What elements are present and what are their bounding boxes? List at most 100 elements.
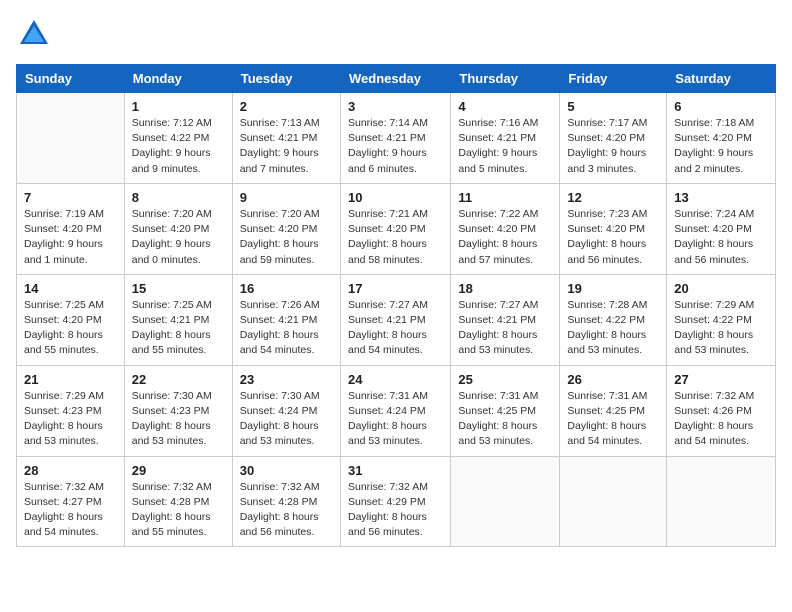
- day-info: Sunrise: 7:32 AM Sunset: 4:27 PM Dayligh…: [24, 480, 117, 541]
- day-info: Sunrise: 7:12 AM Sunset: 4:22 PM Dayligh…: [132, 116, 225, 177]
- calendar-cell: 29 Sunrise: 7:32 AM Sunset: 4:28 PM Dayli…: [124, 456, 232, 547]
- calendar-cell: 10 Sunrise: 7:21 AM Sunset: 4:20 PM Dayli…: [340, 183, 450, 274]
- day-number: 31: [348, 463, 443, 478]
- calendar-cell: [560, 456, 667, 547]
- logo: [16, 16, 56, 52]
- day-number: 9: [240, 190, 333, 205]
- day-info: Sunrise: 7:25 AM Sunset: 4:20 PM Dayligh…: [24, 298, 117, 359]
- calendar-body: 1Sunrise: 7:12 AM Sunset: 4:22 PM Daylig…: [17, 93, 776, 547]
- day-info: Sunrise: 7:27 AM Sunset: 4:21 PM Dayligh…: [348, 298, 443, 359]
- calendar-cell: 2 Sunrise: 7:13 AM Sunset: 4:21 PM Daylig…: [232, 93, 340, 184]
- calendar-cell: 26 Sunrise: 7:31 AM Sunset: 4:25 PM Dayli…: [560, 365, 667, 456]
- day-info: Sunrise: 7:17 AM Sunset: 4:20 PM Dayligh…: [567, 116, 659, 177]
- day-info: Sunrise: 7:32 AM Sunset: 4:29 PM Dayligh…: [348, 480, 443, 541]
- day-number: 20: [674, 281, 768, 296]
- day-number: 28: [24, 463, 117, 478]
- day-info: Sunrise: 7:30 AM Sunset: 4:23 PM Dayligh…: [132, 389, 225, 450]
- calendar-cell: 19 Sunrise: 7:28 AM Sunset: 4:22 PM Dayli…: [560, 274, 667, 365]
- day-info: Sunrise: 7:14 AM Sunset: 4:21 PM Dayligh…: [348, 116, 443, 177]
- calendar-cell: 18 Sunrise: 7:27 AM Sunset: 4:21 PM Dayli…: [451, 274, 560, 365]
- day-info: Sunrise: 7:26 AM Sunset: 4:21 PM Dayligh…: [240, 298, 333, 359]
- day-info: Sunrise: 7:18 AM Sunset: 4:20 PM Dayligh…: [674, 116, 768, 177]
- calendar-cell: 1Sunrise: 7:12 AM Sunset: 4:22 PM Daylig…: [124, 93, 232, 184]
- day-info: Sunrise: 7:20 AM Sunset: 4:20 PM Dayligh…: [240, 207, 333, 268]
- day-header-friday: Friday: [560, 65, 667, 93]
- day-number: 29: [132, 463, 225, 478]
- calendar-cell: 31 Sunrise: 7:32 AM Sunset: 4:29 PM Dayli…: [340, 456, 450, 547]
- day-number: 23: [240, 372, 333, 387]
- week-row-1: 7Sunrise: 7:19 AM Sunset: 4:20 PM Daylig…: [17, 183, 776, 274]
- day-number: 13: [674, 190, 768, 205]
- calendar-cell: 13 Sunrise: 7:24 AM Sunset: 4:20 PM Dayli…: [667, 183, 776, 274]
- day-number: 12: [567, 190, 659, 205]
- day-info: Sunrise: 7:31 AM Sunset: 4:24 PM Dayligh…: [348, 389, 443, 450]
- day-info: Sunrise: 7:29 AM Sunset: 4:23 PM Dayligh…: [24, 389, 117, 450]
- day-number: 15: [132, 281, 225, 296]
- day-number: 24: [348, 372, 443, 387]
- calendar-cell: 8 Sunrise: 7:20 AM Sunset: 4:20 PM Daylig…: [124, 183, 232, 274]
- calendar-cell: [451, 456, 560, 547]
- day-number: 10: [348, 190, 443, 205]
- day-info: Sunrise: 7:32 AM Sunset: 4:28 PM Dayligh…: [240, 480, 333, 541]
- day-number: 26: [567, 372, 659, 387]
- page-header: [16, 16, 776, 52]
- calendar-cell: 21Sunrise: 7:29 AM Sunset: 4:23 PM Dayli…: [17, 365, 125, 456]
- calendar-table: SundayMondayTuesdayWednesdayThursdayFrid…: [16, 64, 776, 547]
- day-number: 22: [132, 372, 225, 387]
- day-info: Sunrise: 7:21 AM Sunset: 4:20 PM Dayligh…: [348, 207, 443, 268]
- week-row-0: 1Sunrise: 7:12 AM Sunset: 4:22 PM Daylig…: [17, 93, 776, 184]
- day-number: 25: [458, 372, 552, 387]
- calendar-cell: 4Sunrise: 7:16 AM Sunset: 4:21 PM Daylig…: [451, 93, 560, 184]
- logo-icon: [16, 16, 52, 52]
- calendar-header-row: SundayMondayTuesdayWednesdayThursdayFrid…: [17, 65, 776, 93]
- calendar-cell: 15 Sunrise: 7:25 AM Sunset: 4:21 PM Dayli…: [124, 274, 232, 365]
- day-number: 30: [240, 463, 333, 478]
- day-number: 16: [240, 281, 333, 296]
- day-header-tuesday: Tuesday: [232, 65, 340, 93]
- calendar-cell: 6Sunrise: 7:18 AM Sunset: 4:20 PM Daylig…: [667, 93, 776, 184]
- calendar-cell: 22 Sunrise: 7:30 AM Sunset: 4:23 PM Dayli…: [124, 365, 232, 456]
- day-info: Sunrise: 7:19 AM Sunset: 4:20 PM Dayligh…: [24, 207, 117, 268]
- day-info: Sunrise: 7:22 AM Sunset: 4:20 PM Dayligh…: [458, 207, 552, 268]
- calendar-cell: 5Sunrise: 7:17 AM Sunset: 4:20 PM Daylig…: [560, 93, 667, 184]
- day-header-sunday: Sunday: [17, 65, 125, 93]
- day-info: Sunrise: 7:32 AM Sunset: 4:26 PM Dayligh…: [674, 389, 768, 450]
- calendar-cell: 14 Sunrise: 7:25 AM Sunset: 4:20 PM Dayli…: [17, 274, 125, 365]
- day-number: 2: [240, 99, 333, 114]
- week-row-2: 14 Sunrise: 7:25 AM Sunset: 4:20 PM Dayli…: [17, 274, 776, 365]
- day-info: Sunrise: 7:13 AM Sunset: 4:21 PM Dayligh…: [240, 116, 333, 177]
- day-info: Sunrise: 7:23 AM Sunset: 4:20 PM Dayligh…: [567, 207, 659, 268]
- day-info: Sunrise: 7:31 AM Sunset: 4:25 PM Dayligh…: [567, 389, 659, 450]
- calendar-cell: 30 Sunrise: 7:32 AM Sunset: 4:28 PM Dayli…: [232, 456, 340, 547]
- day-info: Sunrise: 7:24 AM Sunset: 4:20 PM Dayligh…: [674, 207, 768, 268]
- day-header-saturday: Saturday: [667, 65, 776, 93]
- calendar-cell: 9 Sunrise: 7:20 AM Sunset: 4:20 PM Daylig…: [232, 183, 340, 274]
- calendar-cell: 7Sunrise: 7:19 AM Sunset: 4:20 PM Daylig…: [17, 183, 125, 274]
- calendar-cell: 24 Sunrise: 7:31 AM Sunset: 4:24 PM Dayli…: [340, 365, 450, 456]
- day-number: 27: [674, 372, 768, 387]
- day-info: Sunrise: 7:27 AM Sunset: 4:21 PM Dayligh…: [458, 298, 552, 359]
- day-header-thursday: Thursday: [451, 65, 560, 93]
- day-info: Sunrise: 7:28 AM Sunset: 4:22 PM Dayligh…: [567, 298, 659, 359]
- day-info: Sunrise: 7:32 AM Sunset: 4:28 PM Dayligh…: [132, 480, 225, 541]
- day-info: Sunrise: 7:25 AM Sunset: 4:21 PM Dayligh…: [132, 298, 225, 359]
- calendar-cell: 17Sunrise: 7:27 AM Sunset: 4:21 PM Dayli…: [340, 274, 450, 365]
- day-info: Sunrise: 7:16 AM Sunset: 4:21 PM Dayligh…: [458, 116, 552, 177]
- day-info: Sunrise: 7:29 AM Sunset: 4:22 PM Dayligh…: [674, 298, 768, 359]
- calendar-cell: 27 Sunrise: 7:32 AM Sunset: 4:26 PM Dayli…: [667, 365, 776, 456]
- calendar-cell: 12 Sunrise: 7:23 AM Sunset: 4:20 PM Dayli…: [560, 183, 667, 274]
- day-header-monday: Monday: [124, 65, 232, 93]
- calendar-cell: 23Sunrise: 7:30 AM Sunset: 4:24 PM Dayli…: [232, 365, 340, 456]
- calendar-cell: [667, 456, 776, 547]
- calendar-cell: 28 Sunrise: 7:32 AM Sunset: 4:27 PM Dayli…: [17, 456, 125, 547]
- calendar-cell: 20 Sunrise: 7:29 AM Sunset: 4:22 PM Dayli…: [667, 274, 776, 365]
- day-number: 19: [567, 281, 659, 296]
- day-number: 18: [458, 281, 552, 296]
- day-number: 14: [24, 281, 117, 296]
- day-number: 8: [132, 190, 225, 205]
- day-header-wednesday: Wednesday: [340, 65, 450, 93]
- day-info: Sunrise: 7:31 AM Sunset: 4:25 PM Dayligh…: [458, 389, 552, 450]
- week-row-3: 21Sunrise: 7:29 AM Sunset: 4:23 PM Dayli…: [17, 365, 776, 456]
- day-info: Sunrise: 7:20 AM Sunset: 4:20 PM Dayligh…: [132, 207, 225, 268]
- day-number: 3: [348, 99, 443, 114]
